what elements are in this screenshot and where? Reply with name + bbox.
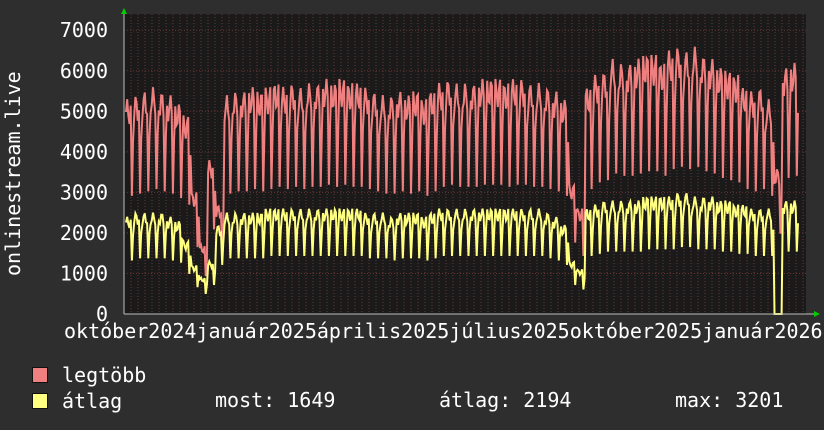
x-axis-tick-labels: október2024január2025április2025július20… (64, 319, 824, 343)
legend-swatch-atlag (32, 393, 48, 409)
stat-max: max: 3201 (675, 388, 784, 412)
y-tick-label: 3000 (60, 180, 108, 204)
stat-atlag: átlag: 2194 (439, 388, 572, 412)
legend-label-atlag: átlag (62, 389, 123, 413)
legend-item-legtobb: legtöbb (32, 362, 146, 388)
legend-swatch-legtobb (32, 367, 48, 383)
stat-most: most: 1649 (215, 388, 336, 412)
y-tick-label: 5000 (60, 99, 108, 123)
x-axis-arrow-icon (814, 311, 820, 317)
y-axis-label: onlinestream.live (1, 71, 25, 276)
y-tick-label: 4000 (60, 140, 108, 164)
legend: legtöbb átlag (32, 362, 146, 414)
legend-item-atlag: átlag (32, 388, 146, 414)
y-tick-label: 7000 (60, 18, 108, 42)
legend-label-legtobb: legtöbb (62, 363, 147, 387)
y-tick-label: 2000 (60, 221, 108, 245)
y-tick-label: 6000 (60, 59, 108, 83)
y-tick-label: 1000 (60, 261, 108, 285)
y-axis-ticks: 01000200030004000500060007000 (60, 18, 108, 326)
y-axis-arrow-icon (121, 8, 127, 14)
